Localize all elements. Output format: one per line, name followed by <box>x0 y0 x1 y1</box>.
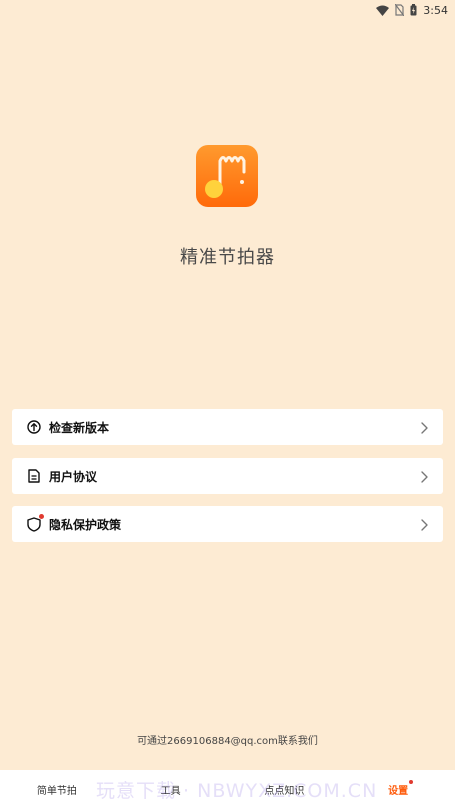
shield-icon <box>26 514 44 532</box>
bottom-tab-bar: 简单节拍 工具 点点知识 设置 <box>0 770 455 808</box>
privacy-policy-label: 隐私保护政策 <box>49 517 122 532</box>
tab-label: 简单节拍 <box>36 785 77 797</box>
music-note-icon <box>205 156 246 198</box>
tab-label: 设置 <box>388 785 409 797</box>
tab-label: 点点知识 <box>264 785 305 797</box>
status-time: 3:54 <box>423 3 448 17</box>
tab-simple-beat[interactable]: 简单节拍 <box>0 782 114 797</box>
document-icon <box>26 468 42 484</box>
upload-arrow-circle-icon <box>26 419 42 435</box>
app-logo <box>196 145 258 207</box>
tab-settings[interactable]: 设置 <box>341 779 455 797</box>
wifi-icon <box>376 5 390 16</box>
tab-label: 工具 <box>160 785 181 797</box>
battery-icon <box>410 4 417 16</box>
user-agreement-label: 用户协议 <box>49 469 98 484</box>
app-name: 精准节拍器 <box>180 247 275 268</box>
notification-dot <box>409 779 414 784</box>
tab-knowledge[interactable]: 点点知识 <box>228 782 342 797</box>
contact-text: 可通过2669106884@qq.com联系我们 <box>137 736 318 747</box>
status-bar: 3:54 <box>0 0 455 20</box>
privacy-policy-item[interactable]: 隐私保护政策 <box>12 506 443 542</box>
check-update-label: 检查新版本 <box>49 420 110 435</box>
notification-dot <box>39 514 44 519</box>
chevron-right-icon <box>419 517 429 531</box>
user-agreement-item[interactable]: 用户协议 <box>12 458 443 494</box>
chevron-right-icon <box>419 469 429 483</box>
no-sim-icon <box>395 4 405 16</box>
tab-tools[interactable]: 工具 <box>114 782 228 797</box>
check-update-item[interactable]: 检查新版本 <box>12 409 443 445</box>
chevron-right-icon <box>419 420 429 434</box>
